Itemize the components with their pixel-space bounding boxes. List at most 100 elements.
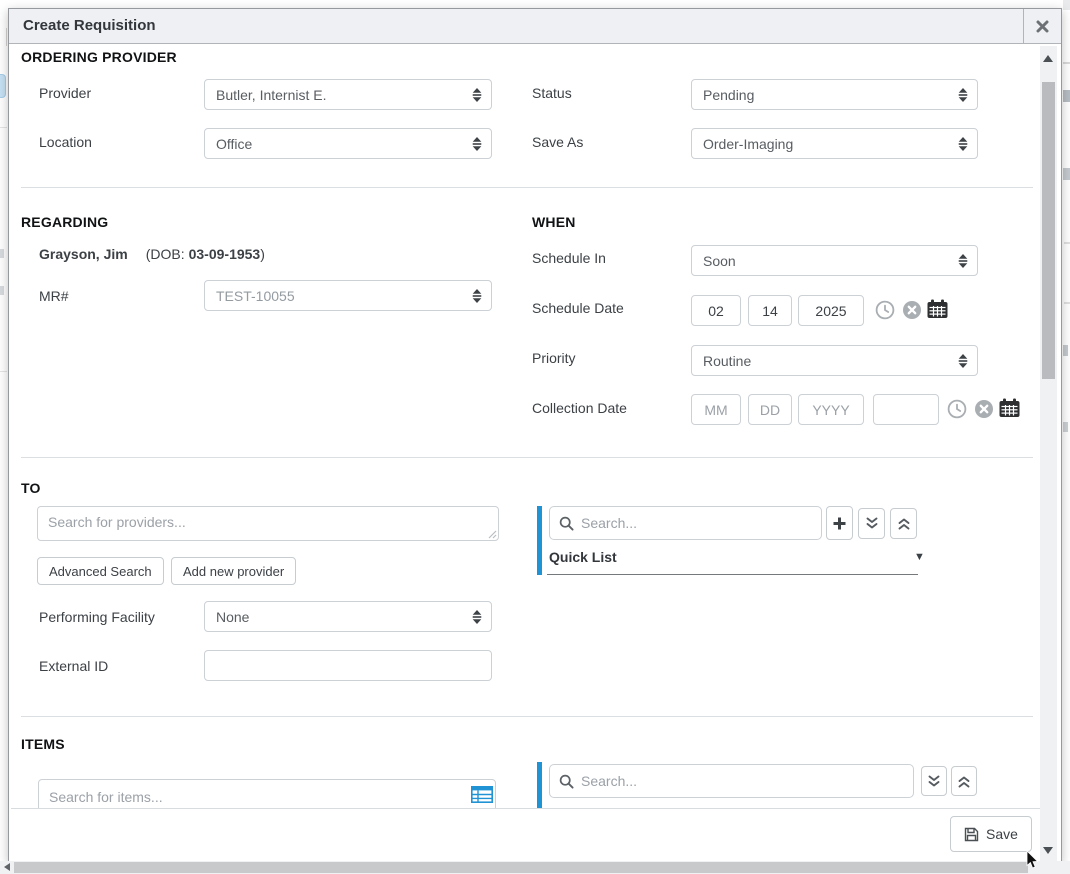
background-fragment: [1064, 242, 1070, 244]
section-heading-items: ITEMS: [21, 736, 65, 752]
priority-select-value: Routine: [703, 353, 751, 369]
quick-list-header[interactable]: Quick List: [549, 549, 617, 565]
section-heading-when: WHEN: [532, 214, 576, 230]
collection-date-month-input[interactable]: [691, 394, 741, 425]
background-fragment: [1063, 0, 1070, 10]
select-arrows-icon: [958, 353, 968, 368]
body-bottom-divider: [11, 808, 1041, 809]
save-icon: [964, 827, 979, 842]
save-as-select-value: Order-Imaging: [703, 136, 793, 152]
scrollbar-thumb[interactable]: [1042, 82, 1055, 379]
mr-number-select-value: TEST-10055: [216, 288, 295, 304]
external-id-input[interactable]: [204, 650, 492, 681]
save-as-label: Save As: [532, 134, 583, 150]
collection-time-input[interactable]: [873, 394, 939, 425]
background-fragment: [6, 28, 7, 46]
save-as-select[interactable]: Order-Imaging: [691, 128, 978, 159]
select-arrows-icon: [958, 136, 968, 151]
dialog-scrollbar[interactable]: [1040, 46, 1057, 863]
create-requisition-dialog: Create Requisition ORDERING PROVIDER Pro…: [8, 8, 1062, 862]
schedule-date-day-input[interactable]: [748, 295, 792, 326]
status-select-value: Pending: [703, 87, 754, 103]
background-fragment: [0, 371, 7, 372]
chevrons-up-icon: [957, 775, 971, 788]
performing-facility-select-value: None: [216, 609, 249, 625]
location-select[interactable]: Office: [204, 128, 492, 159]
collapse-all-button[interactable]: [890, 508, 917, 539]
provider-select[interactable]: Butler, Internist E.: [204, 79, 492, 110]
section-heading-ordering-provider: ORDERING PROVIDER: [21, 49, 177, 65]
collection-date-label: Collection Date: [532, 400, 627, 416]
performing-facility-select[interactable]: None: [204, 601, 492, 632]
advanced-search-button[interactable]: Advanced Search: [37, 557, 164, 585]
items-collapse-all-button[interactable]: [951, 766, 977, 796]
resize-grip-icon[interactable]: [488, 530, 497, 539]
item-search-clip: [38, 779, 498, 808]
background-fragment: [0, 74, 6, 98]
collection-date-clear-icon[interactable]: [974, 399, 994, 419]
plus-icon: [832, 516, 847, 531]
accent-bar: [537, 762, 542, 808]
background-fragment: [1063, 345, 1068, 356]
item-search-input[interactable]: [38, 779, 496, 808]
collection-date-year-input[interactable]: [798, 394, 864, 425]
items-quick-search-box: [549, 764, 914, 798]
expand-all-button[interactable]: [858, 508, 885, 539]
accent-bar: [537, 506, 542, 575]
priority-label: Priority: [532, 350, 576, 366]
add-new-provider-button[interactable]: Add new provider: [171, 557, 296, 585]
mr-number-label: MR#: [39, 288, 69, 304]
mr-number-select[interactable]: TEST-10055: [204, 280, 492, 311]
screen: Create Requisition ORDERING PROVIDER Pro…: [0, 0, 1070, 874]
chevrons-up-icon: [897, 517, 911, 530]
background-fragment: [1064, 302, 1070, 304]
search-icon: [559, 516, 574, 531]
location-select-value: Office: [216, 136, 252, 152]
save-button[interactable]: Save: [950, 816, 1032, 852]
close-button[interactable]: [1023, 9, 1061, 43]
item-table-icon[interactable]: [471, 786, 493, 803]
schedule-date-year-input[interactable]: [798, 295, 864, 326]
page-horizontal-scrollbar[interactable]: [0, 861, 1070, 874]
section-divider: [21, 716, 1033, 717]
provider-search-textarea[interactable]: [37, 506, 499, 541]
background-fragment: [1063, 90, 1070, 102]
section-heading-regarding: REGARDING: [21, 214, 108, 230]
schedule-date-calendar-icon[interactable]: [927, 299, 948, 319]
horizontal-scrollbar-thumb[interactable]: [14, 862, 1028, 873]
search-icon: [559, 774, 574, 789]
items-expand-all-button[interactable]: [921, 766, 947, 796]
section-divider: [21, 457, 1033, 458]
schedule-date-label: Schedule Date: [532, 300, 624, 316]
priority-select[interactable]: Routine: [691, 345, 978, 376]
schedule-in-select[interactable]: Soon: [691, 245, 978, 276]
select-arrows-icon: [472, 136, 482, 151]
schedule-date-clock-icon[interactable]: [875, 300, 895, 320]
items-quick-search-input[interactable]: [581, 773, 904, 789]
select-arrows-icon: [472, 609, 482, 624]
scroll-left-arrow[interactable]: [4, 863, 10, 871]
status-select[interactable]: Pending: [691, 79, 978, 110]
scroll-up-arrow[interactable]: [1043, 55, 1053, 62]
performing-facility-label: Performing Facility: [39, 609, 155, 625]
quick-list-caret-icon[interactable]: ▼: [914, 551, 925, 563]
background-fragment: [1063, 62, 1070, 64]
schedule-date-month-input[interactable]: [691, 295, 741, 326]
schedule-in-label: Schedule In: [532, 250, 606, 266]
collection-date-day-input[interactable]: [748, 394, 792, 425]
background-fragment: [1063, 422, 1068, 432]
status-label: Status: [532, 85, 572, 101]
scroll-down-arrow[interactable]: [1043, 847, 1053, 854]
to-quick-search-input[interactable]: [581, 515, 812, 531]
location-label: Location: [39, 134, 92, 150]
close-icon: [1036, 20, 1049, 33]
collection-date-clock-icon[interactable]: [947, 399, 967, 419]
add-to-quick-list-button[interactable]: [826, 506, 853, 540]
provider-select-value: Butler, Internist E.: [216, 87, 327, 103]
schedule-date-clear-icon[interactable]: [902, 300, 922, 320]
select-arrows-icon: [958, 253, 968, 268]
background-fragment: [0, 286, 4, 295]
chevrons-down-icon: [865, 517, 879, 530]
collection-date-calendar-icon[interactable]: [999, 398, 1020, 418]
provider-label: Provider: [39, 85, 91, 101]
